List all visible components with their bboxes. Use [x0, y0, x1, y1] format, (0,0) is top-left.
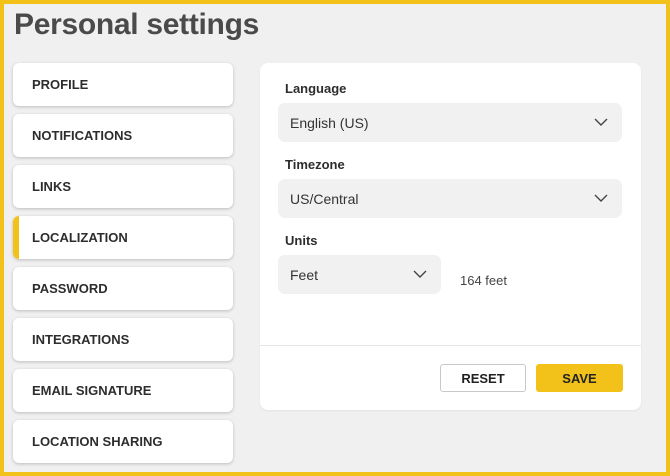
save-button[interactable]: SAVE [536, 364, 623, 392]
sidebar-item-label: LOCALIZATION [32, 230, 128, 245]
chevron-down-icon [413, 268, 427, 282]
settings-sidebar: PROFILE NOTIFICATIONS LINKS LOCALIZATION… [13, 63, 233, 471]
chevron-down-icon [594, 192, 608, 206]
sidebar-item-links[interactable]: LINKS [13, 165, 233, 208]
sidebar-item-profile[interactable]: PROFILE [13, 63, 233, 106]
language-label: Language [285, 81, 347, 96]
page-title: Personal settings [14, 8, 259, 41]
language-select[interactable]: English (US) [278, 103, 622, 142]
sidebar-item-label: PASSWORD [32, 281, 108, 296]
timezone-select[interactable]: US/Central [278, 179, 622, 218]
localization-panel: Language English (US) Timezone US/Centra… [260, 63, 641, 410]
sidebar-item-label: NOTIFICATIONS [32, 128, 133, 143]
language-value: English (US) [290, 114, 369, 131]
timezone-label: Timezone [285, 157, 345, 172]
reset-button[interactable]: RESET [440, 364, 526, 392]
sidebar-item-label: EMAIL SIGNATURE [32, 383, 152, 398]
sidebar-item-label: INTEGRATIONS [32, 332, 130, 347]
units-conversion-note: 164 feet [460, 273, 507, 288]
chevron-down-icon [594, 116, 608, 130]
units-value: Feet [290, 266, 319, 283]
sidebar-item-label: PROFILE [32, 77, 89, 92]
units-select[interactable]: Feet [278, 255, 441, 294]
units-label: Units [285, 233, 318, 248]
sidebar-item-location-sharing[interactable]: LOCATION SHARING [13, 420, 233, 463]
divider [260, 345, 641, 346]
sidebar-item-label: LINKS [32, 179, 71, 194]
sidebar-item-password[interactable]: PASSWORD [13, 267, 233, 310]
sidebar-item-label: LOCATION SHARING [32, 434, 163, 449]
sidebar-item-email-signature[interactable]: EMAIL SIGNATURE [13, 369, 233, 412]
sidebar-item-notifications[interactable]: NOTIFICATIONS [13, 114, 233, 157]
timezone-value: US/Central [290, 190, 359, 207]
sidebar-item-localization[interactable]: LOCALIZATION [13, 216, 233, 259]
sidebar-item-integrations[interactable]: INTEGRATIONS [13, 318, 233, 361]
